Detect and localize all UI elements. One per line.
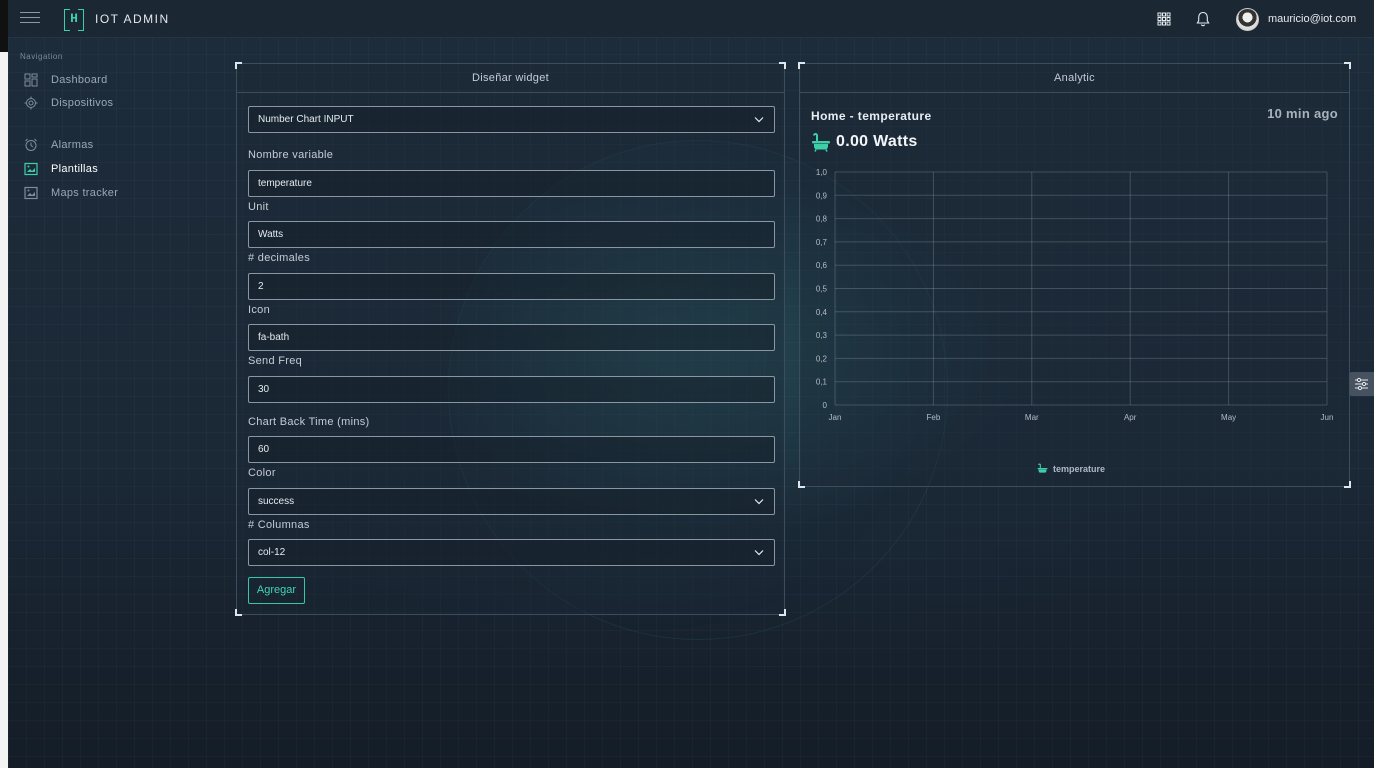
x-tick-label: May <box>1221 413 1236 422</box>
sidebar-item-maps-tracker[interactable]: Maps tracker <box>20 183 210 203</box>
unit-input[interactable]: Watts <box>248 221 775 248</box>
chevron-down-icon <box>754 499 764 505</box>
decimals-input[interactable]: 2 <box>248 273 775 300</box>
bath-icon <box>812 133 830 152</box>
user-avatar[interactable] <box>1236 8 1259 31</box>
x-tick-label: Feb <box>927 413 941 422</box>
x-tick-label: Apr <box>1124 413 1137 422</box>
columns-value: col-12 <box>258 547 286 558</box>
sidebar-item-label: Maps tracker <box>51 187 119 199</box>
top-bar: H IOT ADMIN mauricio@iot.com <box>8 0 1374 38</box>
legend-label: temperature <box>1053 463 1106 474</box>
add-widget-button[interactable]: Agregar <box>248 577 305 604</box>
apps-grid-icon[interactable] <box>1155 10 1173 28</box>
y-tick-label: 0,3 <box>816 331 828 340</box>
sidebar-item-alarmas[interactable]: Alarmas <box>20 135 210 155</box>
dashboard-icon <box>24 73 38 87</box>
analytic-preview-card: Analytic Home - temperature 10 min ago 0… <box>798 62 1351 488</box>
y-tick-label: 0,8 <box>816 215 828 224</box>
widget-title: Home - temperature <box>811 109 932 123</box>
y-tick-label: 0,9 <box>816 191 828 200</box>
bell-icon[interactable] <box>1194 10 1212 28</box>
widget-designer-title: Diseñar widget <box>237 64 784 93</box>
decimals-label: # decimales <box>248 252 310 264</box>
template-icon <box>24 162 38 176</box>
widget-value: 0.00 Watts <box>836 133 918 150</box>
sidebar-item-dashboard[interactable]: Dashboard <box>20 70 210 90</box>
widget-designer-card: Diseñar widget Number Chart INPUT Nombre… <box>235 62 786 616</box>
widget-type-value: Number Chart INPUT <box>258 114 354 125</box>
chart-back-time-label: Chart Back Time (mins) <box>248 416 370 428</box>
unit-label: Unit <box>248 201 269 213</box>
chevron-down-icon <box>754 117 764 123</box>
sidebar-section-title: Navigation <box>20 52 63 61</box>
user-email[interactable]: mauricio@iot.com <box>1268 13 1356 25</box>
chart-back-time-input[interactable]: 60 <box>248 436 775 463</box>
bath-icon <box>1037 463 1048 473</box>
y-tick-label: 0,7 <box>816 238 828 247</box>
color-value: success <box>258 496 295 507</box>
app-root: H IOT ADMIN mauricio@iot.com Navigation <box>8 0 1374 768</box>
y-tick-label: 0,5 <box>816 285 828 294</box>
x-tick-label: Jan <box>829 413 842 422</box>
columns-label: # Columnas <box>248 519 310 531</box>
browser-edge <box>0 0 8 768</box>
brand-name: IOT ADMIN <box>95 12 170 26</box>
variable-name-input[interactable]: temperature <box>248 170 775 197</box>
brand-logo: H <box>64 9 84 31</box>
widget-time-ago: 10 min ago <box>1267 106 1338 121</box>
icon-label: Icon <box>248 304 270 316</box>
y-tick-label: 0 <box>823 401 828 410</box>
color-label: Color <box>248 467 276 479</box>
sidebar-item-label: Plantillas <box>51 163 99 175</box>
chart-legend[interactable]: temperature <box>1037 463 1105 474</box>
settings-sliders-icon[interactable] <box>1349 372 1374 396</box>
y-tick-label: 1,0 <box>816 168 828 177</box>
color-select[interactable]: success <box>248 488 775 515</box>
sidebar-item-dispositivos[interactable]: Dispositivos <box>20 93 210 113</box>
x-tick-label: Mar <box>1025 413 1039 422</box>
icon-input[interactable]: fa-bath <box>248 324 775 351</box>
widget-type-select[interactable]: Number Chart INPUT <box>248 106 775 133</box>
map-icon <box>24 186 38 200</box>
send-freq-input[interactable]: 30 <box>248 376 775 403</box>
x-tick-label: Jun <box>1321 413 1334 422</box>
sidebar-item-label: Alarmas <box>51 139 94 151</box>
columns-select[interactable]: col-12 <box>248 539 775 566</box>
send-freq-label: Send Freq <box>248 355 303 367</box>
y-tick-label: 0,1 <box>816 378 828 387</box>
chevron-down-icon <box>754 550 764 556</box>
gear-icon <box>24 96 38 110</box>
sidebar-item-label: Dispositivos <box>51 97 114 109</box>
temperature-line-chart: 0 0,1 0,2 0,3 0,4 0,5 0,6 0,7 0,8 0,9 1,0 Jan Feb Mar… <box>816 168 1334 422</box>
analytic-title: Analytic <box>800 64 1349 93</box>
y-tick-label: 0,2 <box>816 354 828 363</box>
sidebar-item-label: Dashboard <box>51 74 108 86</box>
hamburger-menu-icon[interactable] <box>20 12 40 26</box>
y-tick-label: 0,4 <box>816 308 828 317</box>
y-tick-label: 0,6 <box>816 261 828 270</box>
variable-label: Nombre variable <box>248 149 334 161</box>
alarm-clock-icon <box>24 138 38 152</box>
sidebar-item-plantillas[interactable]: Plantillas <box>20 159 210 179</box>
